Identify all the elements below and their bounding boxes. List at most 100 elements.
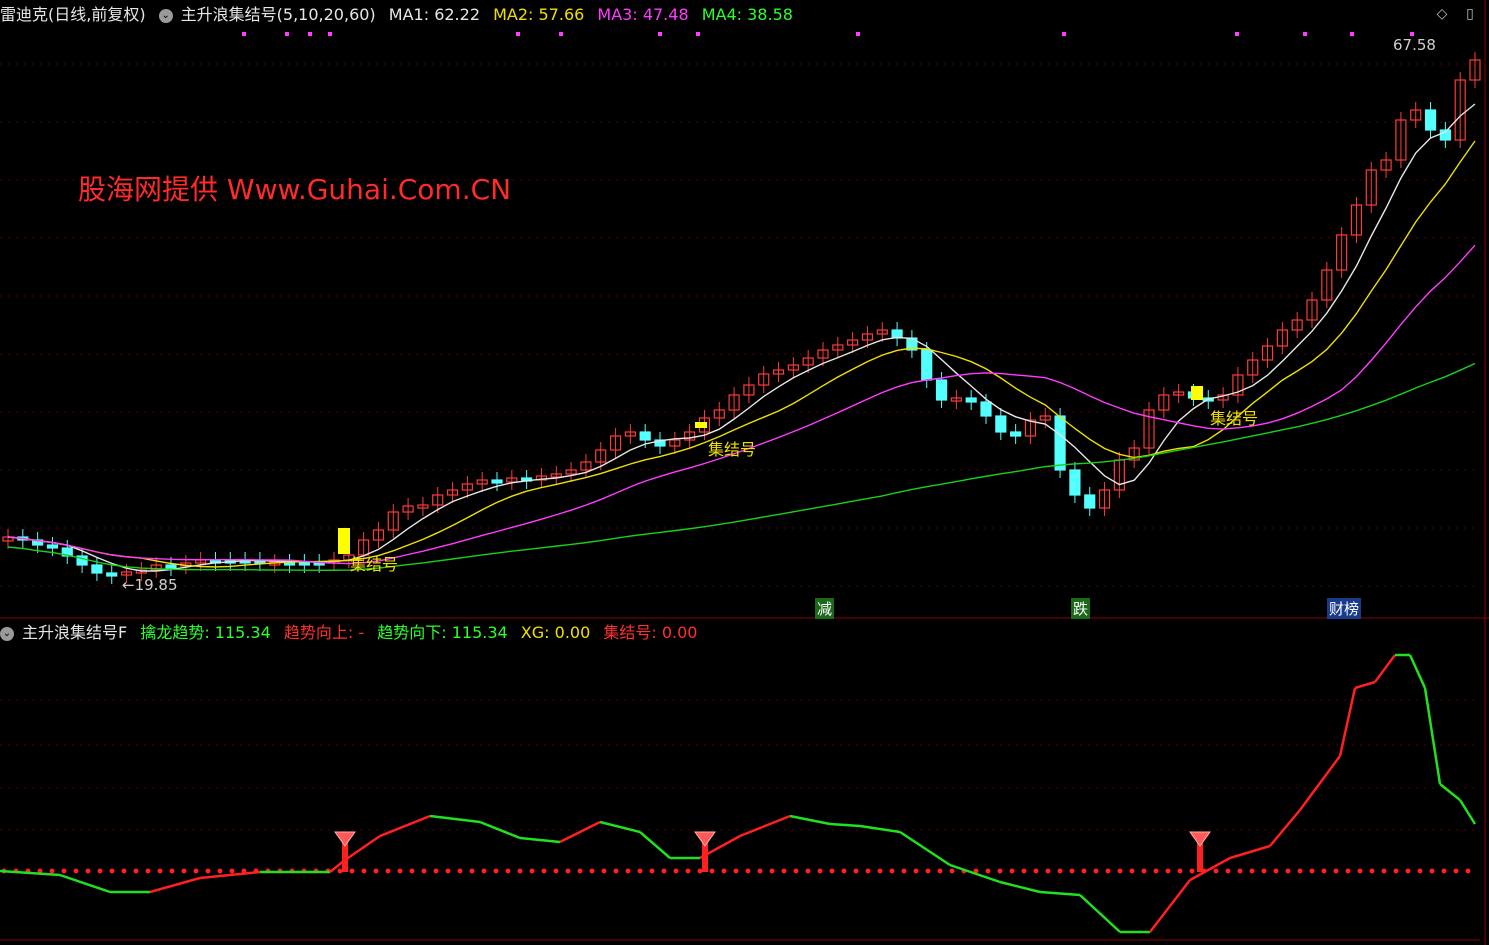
signal-dot [1062, 32, 1066, 36]
trend-segment [899, 830, 951, 867]
baseline-dot [181, 868, 187, 874]
baseline-dot [625, 868, 631, 874]
baseline-dot [1081, 868, 1087, 874]
baseline-dot [997, 868, 1003, 874]
baseline-dot [1189, 868, 1195, 874]
trend-segment [379, 814, 431, 838]
event-tag-jian[interactable]: 减 [815, 598, 835, 619]
baseline-dot [805, 868, 811, 874]
baseline-dot [649, 868, 655, 874]
trend-segment [1079, 894, 1121, 933]
trend-segment [639, 831, 671, 859]
baseline-dot [1465, 868, 1471, 874]
stock-title: 雷迪克(日线,前复权) [0, 5, 146, 24]
trend-segment [429, 814, 481, 824]
baseline-dot [73, 868, 79, 874]
trend-segment [1149, 879, 1191, 933]
baseline-dot [829, 868, 835, 874]
baseline-dot [721, 868, 727, 874]
baseline-dot [1069, 868, 1075, 874]
baseline-dot [481, 868, 487, 874]
baseline-dot [1417, 868, 1423, 874]
window-icon[interactable]: ▯ [1462, 6, 1478, 22]
trend-segment [1439, 783, 1461, 801]
baseline-dot [469, 868, 475, 874]
trend-up-value: 趋势向上: - [283, 623, 365, 642]
signal-dot [658, 32, 662, 36]
baseline-dot [1213, 868, 1219, 874]
ma3-value: MA3: 47.48 [597, 5, 689, 24]
trend-segment [739, 814, 791, 838]
jijiehao-value: 集结号: 0.00 [603, 623, 698, 642]
ma4-line [7, 362, 1476, 571]
baseline-dot [97, 868, 103, 874]
baseline-dot [1285, 868, 1291, 874]
event-tag-die[interactable]: 跌 [1071, 598, 1091, 619]
baseline-dot [865, 868, 871, 874]
event-tag-caibang[interactable]: 财榜 [1327, 598, 1362, 619]
candle-body [639, 431, 651, 441]
baseline-dot [601, 868, 607, 874]
signal-dot [328, 32, 332, 36]
high-price-label: 67.58 [1393, 36, 1436, 54]
signal-dot [1350, 32, 1354, 36]
baseline-dot [1333, 868, 1339, 874]
collapse-circle-icon[interactable]: ⌄ [158, 8, 173, 23]
baseline-dot [517, 868, 523, 874]
candle-body [1069, 469, 1081, 496]
baseline-dot [817, 868, 823, 874]
baseline-dot [745, 868, 751, 874]
jijiehao-signal-label: 集结号 [708, 440, 756, 459]
collapse-circle-icon[interactable]: ⌄ [0, 626, 14, 641]
baseline-dot [109, 868, 115, 874]
trend-segment [999, 880, 1041, 894]
baseline-dot [1357, 868, 1363, 874]
baseline-dot [1297, 868, 1303, 874]
candle-body [965, 397, 977, 403]
baseline-dot [637, 868, 643, 874]
candle-body [165, 564, 177, 569]
trend-segment [1373, 654, 1397, 683]
main-chart-header: 雷迪克(日线,前复权) ⌄ 主升浪集结号(5,10,20,60) MA1: 62.… [0, 4, 801, 26]
baseline-dot [1405, 868, 1411, 874]
baseline-dot [505, 868, 511, 874]
indicator-name: 主升浪集结号(5,10,20,60) [180, 5, 376, 24]
baseline-dot [373, 868, 379, 874]
candlestick-chart[interactable]: 67.58←19.85集结号集结号集结号 [0, 0, 1489, 945]
baseline-dot [1141, 868, 1147, 874]
baseline-dot [937, 868, 943, 874]
jijiehao-signal-label: 集结号 [350, 555, 398, 574]
diamond-icon[interactable]: ◇ [1434, 6, 1450, 22]
signal-dot [1235, 32, 1239, 36]
signal-dot [856, 32, 860, 36]
trend-segment [149, 876, 201, 894]
baseline-dot [757, 868, 763, 874]
candle-body [1084, 494, 1096, 509]
baseline-dot [1177, 868, 1183, 874]
baseline-dot [193, 868, 199, 874]
baseline-dot [229, 868, 235, 874]
trend-down-value: 趋势向下: 115.34 [377, 623, 508, 642]
trend-segment [344, 834, 381, 862]
trend-segment [1039, 890, 1081, 897]
candle-body [1010, 431, 1022, 437]
trend-segment [1189, 856, 1231, 882]
signal-candle [338, 528, 350, 554]
baseline-dot [529, 868, 535, 874]
baseline-dot [1261, 868, 1267, 874]
signal-dot [308, 32, 312, 36]
trend-segment [949, 863, 1001, 884]
baseline-dot [661, 868, 667, 874]
baseline-dot [769, 868, 775, 874]
xg-marker-icon [694, 831, 716, 847]
baseline-dot [877, 868, 883, 874]
baseline-dot [889, 868, 895, 874]
baseline-dot [1393, 868, 1399, 874]
candle-body [106, 572, 118, 577]
trend-segment [1269, 809, 1301, 847]
trend-segment [1354, 680, 1376, 690]
baseline-dot [1321, 868, 1327, 874]
baseline-dot [925, 868, 931, 874]
trend-segment [859, 824, 901, 834]
baseline-dot [1381, 868, 1387, 874]
